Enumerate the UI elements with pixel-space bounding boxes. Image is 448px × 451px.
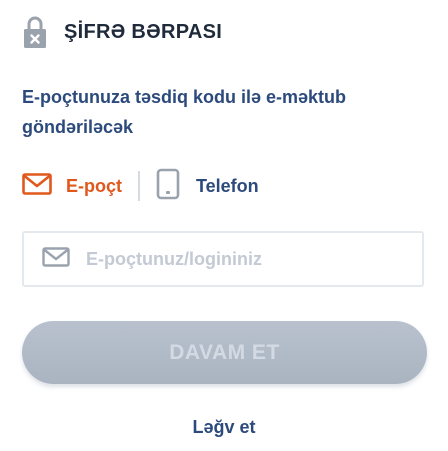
tab-phone-label: Telefon: [196, 175, 259, 196]
email-input[interactable]: [84, 247, 408, 271]
cancel-link[interactable]: Ləğv et: [0, 417, 448, 438]
envelope-icon: [42, 246, 70, 272]
header: ŞİFRƏ BƏRPASI: [22, 14, 222, 50]
instruction-text: E-poçtunuza təsdiq kodu ilə e-məktub gön…: [22, 87, 347, 137]
tab-divider: [138, 171, 140, 201]
page-title: ŞİFRƏ BƏRPASI: [64, 20, 223, 43]
envelope-icon: [22, 172, 52, 200]
tab-email-label: E-poçt: [66, 175, 122, 196]
lock-icon: [22, 14, 48, 50]
phone-icon: [156, 168, 180, 205]
continue-button[interactable]: DAVAM ET: [22, 321, 427, 384]
tab-email[interactable]: E-poçt: [22, 172, 122, 200]
tab-phone[interactable]: Telefon: [156, 168, 259, 205]
contact-method-tabs: E-poçt Telefon: [22, 168, 259, 205]
email-field[interactable]: [22, 231, 424, 287]
